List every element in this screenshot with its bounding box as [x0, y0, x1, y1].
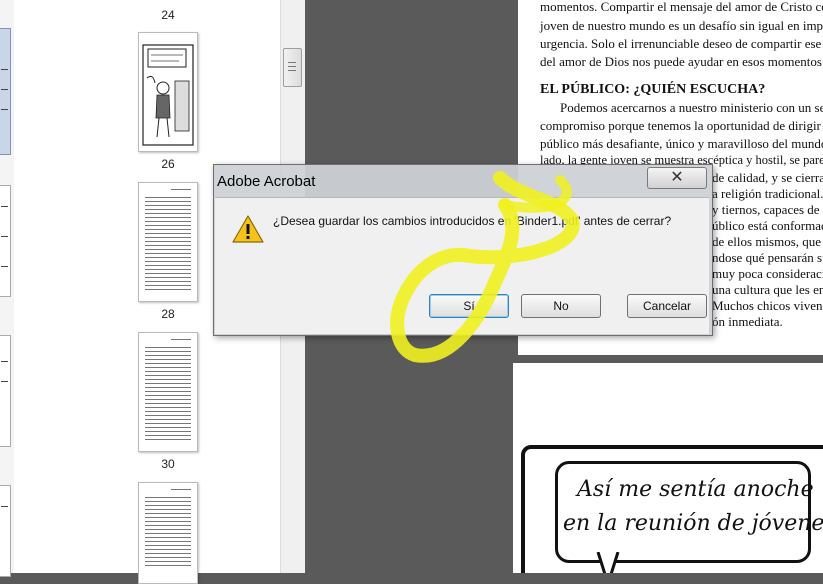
doc-line: público más desafiante, único y maravill… — [540, 136, 823, 151]
page-thumbnail-26[interactable] — [138, 32, 198, 152]
doc-line: urgencia. Solo el irrenunciable deseo de… — [540, 36, 823, 51]
doc-line: del amor de Dios nos puede ayudar en eso… — [540, 54, 823, 69]
yes-button[interactable]: Sí — [429, 294, 509, 318]
strip-page-selected[interactable] — [0, 28, 11, 155]
warning-icon — [232, 215, 264, 243]
page-number-label: 24 — [161, 8, 175, 22]
bubble-tail — [596, 552, 620, 573]
dialog-body: ¿Desea guardar los cambios introducidos … — [215, 197, 709, 334]
scrollbar-thumb[interactable] — [283, 48, 302, 87]
no-button[interactable]: No — [521, 294, 601, 318]
doc-line: joven de nuestro mundo es un desafío sin… — [540, 18, 823, 33]
doc-line: momentos. Compartir el mensaje del amor … — [540, 0, 823, 14]
page-number-label: 26 — [161, 157, 175, 171]
left-page-strip — [0, 0, 15, 577]
doc-line: Muchos chicos viven sol — [712, 298, 823, 313]
comic-thumbnail-image — [142, 44, 194, 146]
page-thumbnail[interactable] — [138, 482, 198, 584]
cancel-button[interactable]: Cancelar — [627, 294, 707, 318]
close-button[interactable]: ✕ — [647, 167, 707, 189]
doc-line: ón inmediata. — [712, 314, 783, 329]
doc-line: de calidad, y se cierra a la — [712, 170, 823, 185]
doc-heading: EL PÚBLICO: ¿QUIÉN ESCUCHA? — [540, 82, 766, 97]
save-changes-dialog: Adobe Acrobat ✕ ¿Desea guardar los cambi… — [213, 164, 713, 336]
strip-page[interactable] — [0, 335, 11, 447]
page-thumbnail-28[interactable] — [138, 182, 198, 302]
page-number-label: 30 — [161, 457, 175, 471]
doc-line: muy poca consideración — [712, 266, 823, 281]
strip-page[interactable] — [0, 185, 11, 297]
strip-page[interactable] — [0, 485, 11, 577]
comic-text-line: en la reunión de jóvenes — [563, 511, 823, 536]
page-number-label: 28 — [161, 307, 175, 321]
document-page-comic: Así me sentía anoche en la reunión de jó… — [513, 363, 823, 573]
comic-text-line: Así me sentía anoche — [577, 477, 814, 502]
doc-line: a religión tradicional. P — [712, 186, 823, 201]
doc-line: y tiernos, capaces de un — [712, 202, 823, 217]
doc-line: Podemos acercarnos a nuestro ministerio … — [560, 100, 823, 115]
doc-line: ndose qué pensarán sus a — [712, 250, 823, 265]
doc-line: compromiso porque tenemos la oportunidad… — [540, 118, 821, 133]
dialog-title: Adobe Acrobat — [217, 173, 316, 190]
doc-line: de ellos mismos, que pas — [712, 234, 823, 249]
dialog-message: ¿Desea guardar los cambios introducidos … — [273, 214, 672, 228]
page-thumbnail-30[interactable] — [138, 332, 198, 452]
comic-panel: Así me sentía anoche en la reunión de jó… — [521, 445, 823, 573]
doc-line: úblico está conformado p — [712, 218, 823, 233]
doc-line: una cultura que les en — [712, 282, 823, 297]
